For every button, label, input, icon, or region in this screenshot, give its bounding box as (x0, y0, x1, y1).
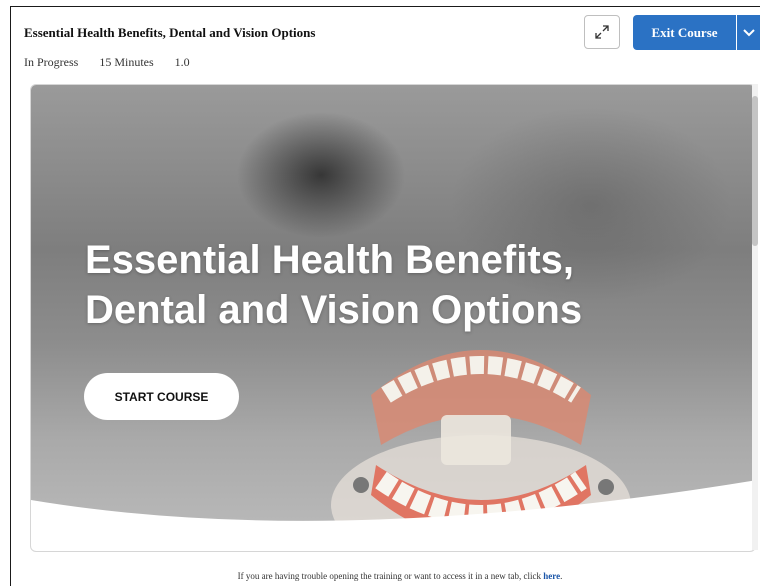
hero-title-line1: Essential Health Benefits, (85, 238, 575, 282)
course-title: Essential Health Benefits, Dental and Vi… (24, 25, 316, 40)
course-viewer: Essential Health Benefits, Dental and Vi… (30, 84, 756, 552)
viewer-scroll-thumb[interactable] (752, 96, 758, 246)
open-in-new-tab-link[interactable]: here (543, 571, 560, 581)
expand-button[interactable] (584, 15, 620, 49)
status-text: In Progress (24, 55, 79, 69)
hero-bottom-wave (31, 480, 755, 551)
footer-note-suffix: . (560, 571, 563, 581)
start-course-button[interactable]: START COURSE (84, 373, 239, 420)
expand-arrows-icon (595, 25, 609, 39)
footer-note-text: If you are having trouble opening the tr… (237, 571, 544, 581)
footer-note: If you are having trouble opening the tr… (0, 571, 760, 581)
hero-title-line2: Dental and Vision Options (85, 288, 583, 332)
version-text: 1.0 (174, 55, 190, 69)
course-meta: In Progress 15 Minutes 1.0 (24, 55, 208, 70)
chevron-down-icon (742, 28, 755, 36)
exit-course-button[interactable]: Exit Course (633, 15, 736, 50)
hero-title: Essential Health Benefits, Dental and Vi… (85, 235, 685, 335)
exit-course-dropdown-button[interactable] (737, 15, 760, 50)
duration-text: 15 Minutes (99, 55, 154, 69)
